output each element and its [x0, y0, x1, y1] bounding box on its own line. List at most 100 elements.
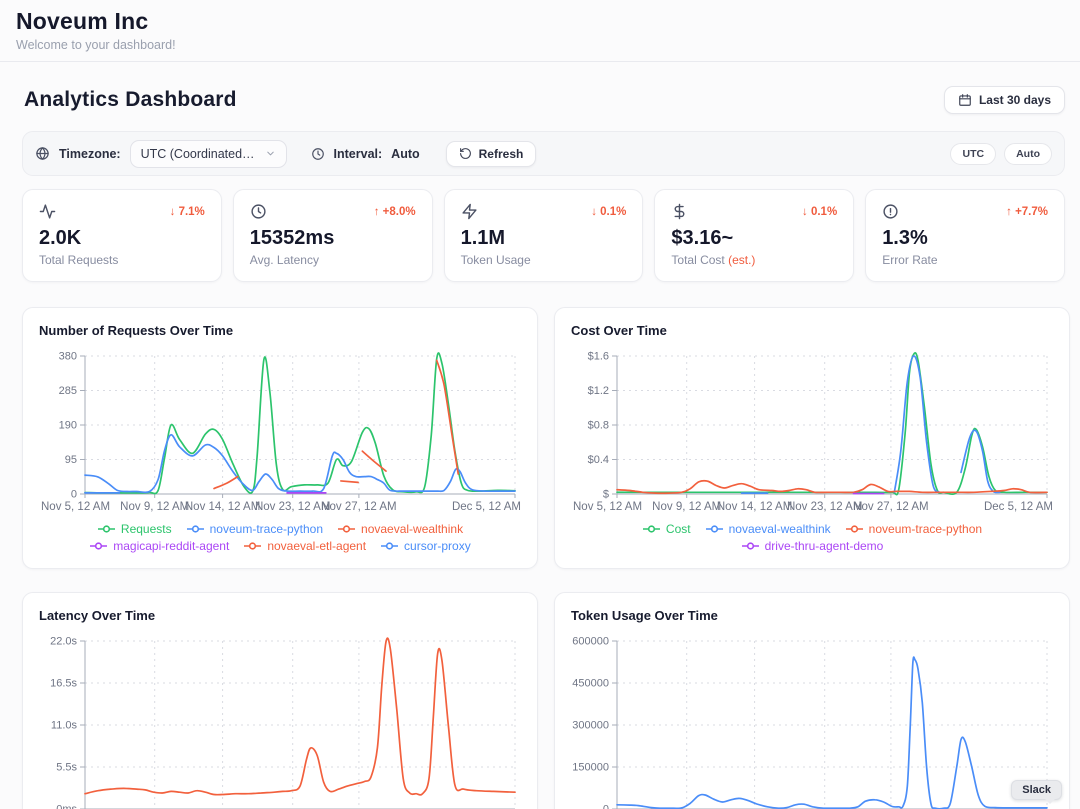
svg-text:Dec 5, 12 AM: Dec 5, 12 AM [984, 501, 1053, 513]
chart-legend: Requests noveum-trace-python novaeval-weal… [39, 522, 521, 553]
stat-trend: ↓ 0.1% [802, 206, 837, 218]
svg-text:Nov 23, 12 AM: Nov 23, 12 AM [787, 501, 862, 513]
legend-item[interactable]: novaeval-etl-agent [243, 539, 366, 553]
chart-legend: Cost novaeval-wealthink noveum-trace-pytho… [571, 522, 1053, 553]
legend-marker-icon [705, 524, 724, 534]
timezone-value: UTC (Coordinated… [141, 147, 255, 161]
timezone-badge: UTC [950, 143, 996, 165]
legend-marker-icon [741, 541, 760, 551]
svg-text:Nov 27, 12 AM: Nov 27, 12 AM [853, 501, 928, 513]
clock-icon [250, 203, 267, 220]
svg-text:$1.2: $1.2 [588, 385, 609, 397]
stat-card: ↑ +7.7% 1.3% Error Rate [865, 189, 1065, 282]
stat-label: Total Cost (est.) [671, 253, 837, 267]
legend-item[interactable]: noveum-trace-python [186, 522, 323, 536]
chart-canvas[interactable]: $1.6$1.2$0.8$0.4$Nov 5, 12 AMNov 9, 12 A… [571, 346, 1053, 518]
refresh-button[interactable]: Refresh [446, 141, 537, 167]
stat-value: $3.16~ [671, 227, 837, 250]
interval-label: Interval: [334, 147, 383, 161]
stat-card: ↑ +8.0% 15352ms Avg. Latency [233, 189, 433, 282]
page-title: Analytics Dashboard [24, 88, 237, 112]
svg-text:190: 190 [59, 420, 77, 432]
chart-card-requests: Number of Requests Over Time 380 285 190 95… [22, 307, 538, 569]
legend-marker-icon [380, 541, 399, 551]
stat-trend: ↓ 7.1% [170, 206, 205, 218]
legend-item[interactable]: Cost [642, 522, 691, 536]
legend-marker-icon [186, 524, 205, 534]
legend-item[interactable]: novaeval-wealthink [337, 522, 463, 536]
svg-text:Dec 5, 12 AM: Dec 5, 12 AM [452, 501, 521, 513]
app-title: Noveum Inc [16, 8, 1064, 35]
chart-title: Token Usage Over Time [571, 608, 1053, 623]
legend-marker-icon [89, 541, 108, 551]
app-subtitle: Welcome to your dashboard! [16, 38, 1064, 52]
legend-marker-icon [97, 524, 116, 534]
app-header: Noveum Inc Welcome to your dashboard! [0, 0, 1080, 62]
legend-item[interactable]: drive-thru-agent-demo [741, 539, 884, 553]
chart-title: Latency Over Time [39, 608, 521, 623]
alert-circle-icon [882, 203, 899, 220]
stat-note: (est.) [728, 253, 755, 267]
stat-label: Total Requests [39, 253, 205, 267]
stat-label: Token Usage [461, 253, 627, 267]
calendar-icon [958, 93, 972, 107]
chart-card-latency: Latency Over Time 22.0s 16.5s 11.0s 5.5s 0ms… [22, 592, 538, 809]
stat-value: 15352ms [250, 227, 416, 250]
cost-chart-plot: $1.6$1.2$0.8$0.4$Nov 5, 12 AMNov 9, 12 A… [571, 346, 1053, 518]
svg-text:Nov 14, 12 AM: Nov 14, 12 AM [185, 501, 260, 513]
svg-text:0: 0 [603, 804, 609, 809]
latency-chart-plot: 22.0s16.5s11.0s5.5s0msNov 5, 12 AMNov 9,… [39, 631, 521, 809]
clock-icon [311, 147, 325, 161]
stat-label: Error Rate [882, 253, 1048, 267]
legend-marker-icon [642, 524, 661, 534]
svg-text:16.5s: 16.5s [50, 678, 77, 690]
legend-item[interactable]: magicapi-reddit-agent [89, 539, 229, 553]
refresh-label: Refresh [479, 147, 524, 161]
chart-card-tokens: Token Usage Over Time 600000450000300000… [554, 592, 1070, 809]
svg-text:$1.6: $1.6 [588, 351, 609, 363]
svg-text:Nov 5, 12 AM: Nov 5, 12 AM [41, 501, 110, 513]
svg-text:5.5s: 5.5s [56, 762, 77, 774]
stat-label: Avg. Latency [250, 253, 416, 267]
chart-title: Cost Over Time [571, 323, 1053, 338]
svg-text:22.0s: 22.0s [50, 636, 77, 648]
stat-value: 1.3% [882, 227, 1048, 250]
date-range-button[interactable]: Last 30 days [944, 86, 1065, 114]
chart-canvas[interactable]: 22.0s16.5s11.0s5.5s0msNov 5, 12 AMNov 9,… [39, 631, 521, 809]
svg-text:0ms: 0ms [56, 804, 77, 809]
svg-text:285: 285 [59, 385, 77, 397]
svg-text:Nov 5, 12 AM: Nov 5, 12 AM [573, 501, 642, 513]
svg-text:11.0s: 11.0s [51, 720, 78, 732]
slack-badge[interactable]: Slack [1011, 780, 1062, 800]
timezone-select[interactable]: UTC (Coordinated… [130, 140, 287, 168]
legend-item[interactable]: cursor-proxy [380, 539, 471, 553]
chart-canvas[interactable]: 6000004500003000001500000Nov 5, 12 AMNov… [571, 631, 1053, 809]
svg-text:Nov 23, 12 AM: Nov 23, 12 AM [255, 501, 330, 513]
chevron-down-icon [265, 148, 276, 159]
stat-trend: ↑ +7.7% [1006, 206, 1048, 218]
svg-text:380: 380 [59, 351, 77, 363]
stat-card: ↓ 0.1% 1.1M Token Usage [444, 189, 644, 282]
date-range-label: Last 30 days [979, 93, 1051, 107]
requests-chart-plot: 380285190950Nov 5, 12 AMNov 9, 12 AMNov … [39, 346, 521, 518]
svg-text:150000: 150000 [572, 762, 609, 774]
chart-canvas[interactable]: 380285190950Nov 5, 12 AMNov 9, 12 AMNov … [39, 346, 521, 518]
svg-text:Nov 14, 12 AM: Nov 14, 12 AM [717, 501, 792, 513]
svg-text:$0.8: $0.8 [588, 420, 609, 432]
legend-item[interactable]: Requests [97, 522, 172, 536]
svg-text:450000: 450000 [572, 678, 609, 690]
stat-value: 2.0K [39, 227, 205, 250]
svg-text:95: 95 [65, 454, 77, 466]
interval-badge: Auto [1004, 143, 1052, 165]
svg-text:Nov 9, 12 AM: Nov 9, 12 AM [652, 501, 721, 513]
zap-icon [461, 203, 478, 220]
svg-text:Nov 27, 12 AM: Nov 27, 12 AM [321, 501, 396, 513]
legend-marker-icon [845, 524, 864, 534]
legend-item[interactable]: novaeval-wealthink [705, 522, 831, 536]
legend-item[interactable]: noveum-trace-python [845, 522, 982, 536]
chart-title: Number of Requests Over Time [39, 323, 521, 338]
dollar-icon [671, 203, 688, 220]
stat-card: ↓ 7.1% 2.0K Total Requests [22, 189, 222, 282]
legend-marker-icon [337, 524, 356, 534]
activity-icon [39, 203, 56, 220]
